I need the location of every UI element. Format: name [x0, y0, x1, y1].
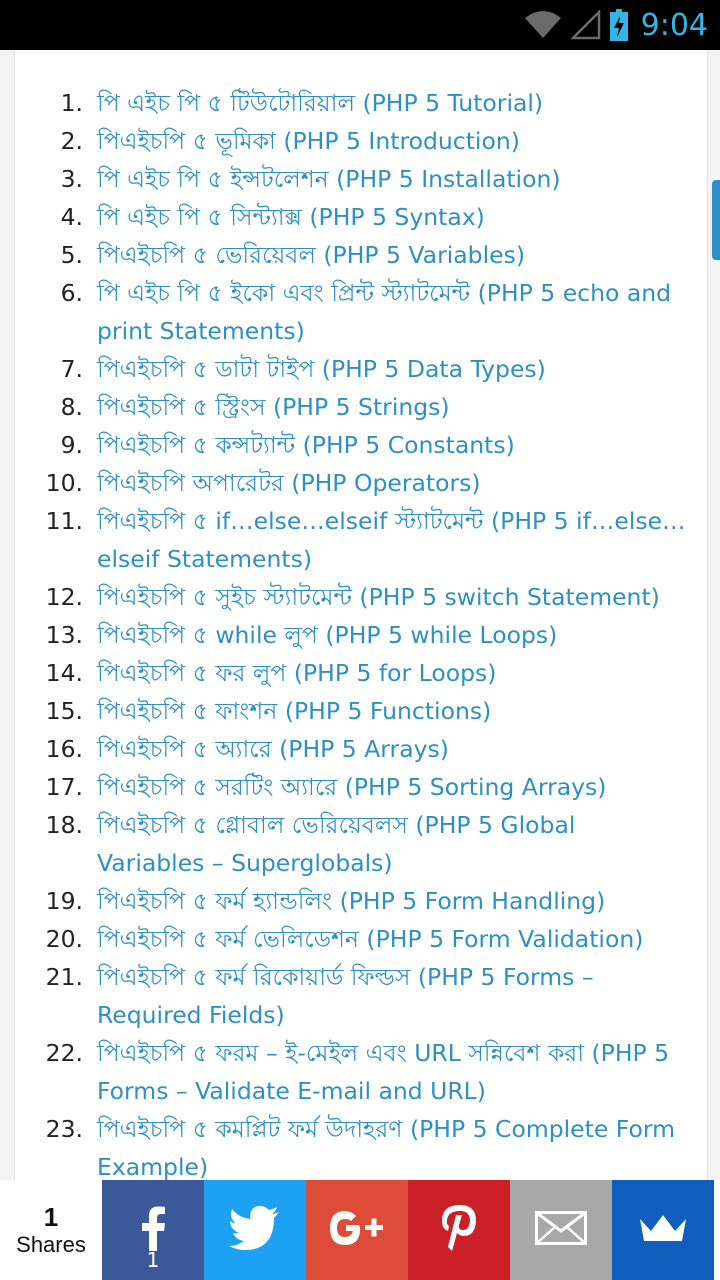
toc-item: 19. পিএইচপি ৫ ফর্ম হ্যান্ডলিং (PHP 5 Form… — [15, 882, 707, 920]
toc-item-number: 14. — [45, 659, 83, 687]
toc-item-number: 15. — [45, 697, 83, 725]
toc-item-link[interactable]: পিএইচপি ৫ ডাটা টাইপ (PHP 5 Data Types) — [97, 350, 687, 388]
sumo-share-button[interactable] — [612, 1180, 714, 1280]
toc-item: 11. পিএইচপি ৫ if…else…elseif স্ট্যাটমেন্ট… — [15, 502, 707, 578]
toc-item: 9. পিএইচপি ৫ কন্সট্যান্ট (PHP 5 Constants… — [15, 426, 707, 464]
toc-item-number: 22. — [45, 1039, 83, 1067]
toc-item-link[interactable]: পিএইচপি ৫ কন্সট্যান্ট (PHP 5 Constants) — [97, 426, 687, 464]
facebook-share-count: 1 — [146, 1248, 160, 1272]
toc-item-number: 10. — [45, 469, 83, 497]
toc-item-link[interactable]: পিএইচপি ৫ স্ট্রিংস (PHP 5 Strings) — [97, 388, 687, 426]
article-card: 1. পি এইচ পি ৫ টিউটোরিয়াল (PHP 5 Tutoria… — [14, 50, 708, 1230]
toc-item-number: 9. — [60, 431, 83, 459]
toc-item-link[interactable]: পিএইচপি অপারেটর (PHP Operators) — [97, 464, 687, 502]
toc-item-link[interactable]: পিএইচপি ৫ গ্লোবাল ভেরিয়েবলস (PHP 5 Glob… — [97, 806, 687, 882]
page-content[interactable]: 1. পি এইচ পি ৫ টিউটোরিয়াল (PHP 5 Tutoria… — [0, 50, 720, 1280]
toc-item-link[interactable]: পিএইচপি ৫ সুইচ স্ট্যাটমেন্ট (PHP 5 switc… — [97, 578, 687, 616]
toc-item-number: 5. — [60, 241, 83, 269]
wifi-icon — [523, 10, 563, 40]
crown-icon — [638, 1213, 688, 1247]
toc-item-link[interactable]: পিএইচপি ৫ ফরম – ই-মেইল এবং URL সন্নিবেশ … — [97, 1034, 687, 1110]
toc-item-number: 4. — [60, 203, 83, 231]
twitter-share-button[interactable] — [204, 1180, 306, 1280]
toc-item-link[interactable]: পিএইচপি ৫ ফর্ম হ্যান্ডলিং (PHP 5 Form Ha… — [97, 882, 687, 920]
toc-item: 15. পিএইচপি ৫ ফাংশন (PHP 5 Functions) — [15, 692, 707, 730]
share-bar: 1 Shares 1 — [0, 1180, 720, 1280]
toc-item: 17. পিএইচপি ৫ সরটিং অ্যারে (PHP 5 Sorting… — [15, 768, 707, 806]
toc-item: 12. পিএইচপি ৫ সুইচ স্ট্যাটমেন্ট (PHP 5 sw… — [15, 578, 707, 616]
toc-item-link[interactable]: পিএইচপি ৫ ফর্ম ভেলিডেশন (PHP 5 Form Vali… — [97, 920, 687, 958]
scroll-handle[interactable] — [712, 180, 720, 260]
signal-icon — [570, 10, 601, 40]
facebook-share-button[interactable]: 1 — [102, 1180, 204, 1280]
toc-item-number: 20. — [45, 925, 83, 953]
toc-item: 8. পিএইচপি ৫ স্ট্রিংস (PHP 5 Strings) — [15, 388, 707, 426]
toc-item-link[interactable]: পি এইচ পি ৫ টিউটোরিয়াল (PHP 5 Tutorial) — [97, 84, 687, 122]
toc-item-number: 21. — [45, 963, 83, 991]
toc-item-link[interactable]: পিএইচপি ৫ while লুপ (PHP 5 while Loops) — [97, 616, 687, 654]
pinterest-share-button[interactable] — [408, 1180, 510, 1280]
toc-item-number: 11. — [45, 507, 83, 535]
toc-item: 1. পি এইচ পি ৫ টিউটোরিয়াল (PHP 5 Tutoria… — [15, 84, 707, 122]
toc-item: 7. পিএইচপি ৫ ডাটা টাইপ (PHP 5 Data Types) — [15, 350, 707, 388]
toc-item-link[interactable]: পিএইচপি ৫ সরটিং অ্যারে (PHP 5 Sorting Ar… — [97, 768, 687, 806]
toc-item-number: 16. — [45, 735, 83, 763]
toc-item: 21. পিএইচপি ৫ ফর্ম রিকোয়ার্ড ফিল্ডস (PHP… — [15, 958, 707, 1034]
toc-item-link[interactable]: পিএইচপি ৫ ভূমিকা (PHP 5 Introduction) — [97, 122, 687, 160]
toc-item-link[interactable]: পি এইচ পি ৫ ইকো এবং প্রিন্ট স্ট্যাটমেন্ট… — [97, 274, 687, 350]
google-plus-share-button[interactable] — [306, 1180, 408, 1280]
toc-item-number: 18. — [45, 811, 83, 839]
toc-item-number: 23. — [45, 1115, 83, 1143]
toc-item: 14. পিএইচপি ৫ ফর লুপ (PHP 5 for Loops) — [15, 654, 707, 692]
google-plus-icon — [329, 1208, 385, 1252]
toc-item: 18. পিএইচপি ৫ গ্লোবাল ভেরিয়েবলস (PHP 5 G… — [15, 806, 707, 882]
toc-item-link[interactable]: পিএইচপি ৫ ফর লুপ (PHP 5 for Loops) — [97, 654, 687, 692]
toc-item: 2. পিএইচপি ৫ ভূমিকা (PHP 5 Introduction) — [15, 122, 707, 160]
toc-item-number: 13. — [45, 621, 83, 649]
toc-item: 13. পিএইচপি ৫ while লুপ (PHP 5 while Loop… — [15, 616, 707, 654]
toc-item-link[interactable]: পিএইচপি ৫ অ্যারে (PHP 5 Arrays) — [97, 730, 687, 768]
toc-item-number: 2. — [60, 127, 83, 155]
twitter-icon — [229, 1206, 281, 1254]
status-bar: 9:04 — [0, 0, 720, 50]
toc-item-number: 6. — [60, 279, 83, 307]
toc-item-link[interactable]: পিএইচপি ৫ ফাংশন (PHP 5 Functions) — [97, 692, 687, 730]
toc-item: 23. পিএইচপি ৫ কমপ্লিট ফর্ম উদাহরণ (PHP 5 … — [15, 1110, 707, 1186]
table-of-contents: 1. পি এইচ পি ৫ টিউটোরিয়াল (PHP 5 Tutoria… — [15, 84, 707, 1186]
toc-item-link[interactable]: পিএইচপি ৫ কমপ্লিট ফর্ম উদাহরণ (PHP 5 Com… — [97, 1110, 687, 1186]
toc-item-link[interactable]: পিএইচপি ৫ ভেরিয়েবল (PHP 5 Variables) — [97, 236, 687, 274]
toc-item-number: 1. — [60, 89, 83, 117]
toc-item-link[interactable]: পিএইচপি ৫ if…else…elseif স্ট্যাটমেন্ট (P… — [97, 502, 687, 578]
toc-item: 6. পি এইচ পি ৫ ইকো এবং প্রিন্ট স্ট্যাটমেন… — [15, 274, 707, 350]
toc-item: 5. পিএইচপি ৫ ভেরিয়েবল (PHP 5 Variables) — [15, 236, 707, 274]
email-icon — [535, 1211, 587, 1249]
toc-item-number: 8. — [60, 393, 83, 421]
email-share-button[interactable] — [510, 1180, 612, 1280]
toc-item-link[interactable]: পি এইচ পি ৫ ইন্সটলেশন (PHP 5 Installatio… — [97, 160, 687, 198]
clock: 9:04 — [640, 7, 708, 43]
toc-item: 20. পিএইচপি ৫ ফর্ম ভেলিডেশন (PHP 5 Form V… — [15, 920, 707, 958]
toc-item: 10. পিএইচপি অপারেটর (PHP Operators) — [15, 464, 707, 502]
toc-item-number: 12. — [45, 583, 83, 611]
toc-item: 4. পি এইচ পি ৫ সিন্ট্যাক্স (PHP 5 Syntax) — [15, 198, 707, 236]
toc-item: 22. পিএইচপি ৫ ফরম – ই-মেইল এবং URL সন্নিব… — [15, 1034, 707, 1110]
toc-item: 16. পিএইচপি ৫ অ্যারে (PHP 5 Arrays) — [15, 730, 707, 768]
toc-item: 3. পি এইচ পি ৫ ইন্সটলেশন (PHP 5 Installat… — [15, 160, 707, 198]
toc-item-number: 7. — [60, 355, 83, 383]
share-count-number: 1 — [43, 1202, 59, 1232]
share-count: 1 Shares — [0, 1180, 102, 1280]
pinterest-icon — [439, 1203, 479, 1257]
toc-item-number: 19. — [45, 887, 83, 915]
share-count-label: Shares — [16, 1232, 86, 1257]
toc-item-number: 3. — [60, 165, 83, 193]
battery-charging-icon — [609, 9, 629, 41]
toc-item-link[interactable]: পি এইচ পি ৫ সিন্ট্যাক্স (PHP 5 Syntax) — [97, 198, 687, 236]
toc-item-number: 17. — [45, 773, 83, 801]
toc-item-link[interactable]: পিএইচপি ৫ ফর্ম রিকোয়ার্ড ফিল্ডস (PHP 5 … — [97, 958, 687, 1034]
